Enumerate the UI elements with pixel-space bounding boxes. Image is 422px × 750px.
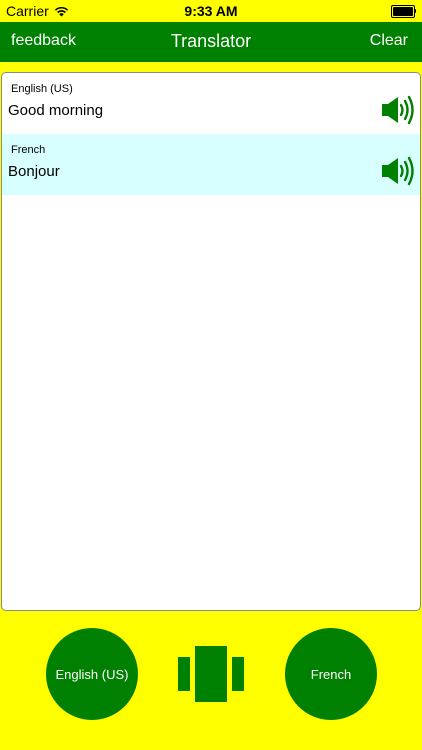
source-language-button[interactable]: English (US) bbox=[46, 628, 138, 720]
translation-entry-source[interactable]: English (US) Good morning bbox=[2, 73, 420, 134]
status-bar: Carrier 9:33 AM bbox=[0, 0, 422, 22]
page-title: Translator bbox=[170, 31, 252, 51]
battery-fill bbox=[393, 7, 413, 16]
speaker-icon[interactable] bbox=[382, 156, 416, 186]
clear-button[interactable]: Clear bbox=[370, 32, 408, 50]
target-language-button[interactable]: French bbox=[285, 628, 377, 720]
entry-language-label: French bbox=[11, 144, 46, 156]
nav-bar: feedback Translator Clear bbox=[0, 22, 422, 62]
target-language-label: French bbox=[310, 666, 352, 682]
swap-icon-center bbox=[195, 646, 227, 702]
swap-icon-right bbox=[232, 657, 244, 691]
status-time: 9:33 AM bbox=[184, 3, 238, 19]
entry-text: Bonjour bbox=[8, 163, 60, 180]
source-language-label: English (US) bbox=[55, 666, 129, 682]
swap-icon bbox=[178, 657, 190, 691]
entry-language-label: English (US) bbox=[11, 83, 73, 95]
battery-icon bbox=[391, 5, 416, 18]
swap-languages-button[interactable] bbox=[178, 646, 244, 702]
translation-list: English (US) Good morning French Bonjour bbox=[1, 72, 421, 611]
translation-entry-target[interactable]: French Bonjour bbox=[2, 134, 420, 195]
entry-text: Good morning bbox=[8, 102, 104, 119]
speaker-icon[interactable] bbox=[382, 95, 416, 125]
